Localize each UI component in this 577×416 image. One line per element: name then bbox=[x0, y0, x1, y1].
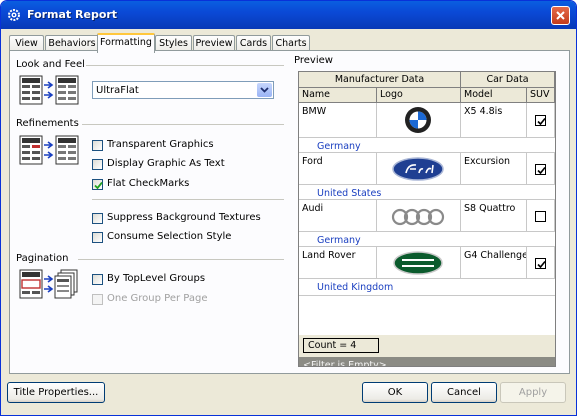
display-graphic-as-text-checkbox[interactable] bbox=[92, 159, 103, 170]
tab-charts[interactable]: Charts bbox=[272, 35, 310, 51]
title-bar[interactable]: Format Report bbox=[1, 1, 576, 29]
tab-behaviors[interactable]: Behaviors bbox=[45, 35, 99, 51]
group-country: Germany bbox=[317, 141, 361, 152]
column-header-logo[interactable]: Logo bbox=[377, 88, 461, 103]
by-toplevel-groups-label: By TopLevel Groups bbox=[107, 273, 206, 284]
cell-suv[interactable] bbox=[527, 152, 555, 185]
checkmark-icon bbox=[537, 117, 546, 126]
cell-suv[interactable] bbox=[527, 199, 555, 232]
tab-cards[interactable]: Cards bbox=[236, 35, 271, 51]
checkmark-icon bbox=[537, 166, 546, 175]
suv-checkbox[interactable] bbox=[535, 211, 546, 222]
consume-selection-style-checkbox[interactable] bbox=[92, 232, 103, 243]
land-rover-logo-icon bbox=[393, 251, 443, 275]
cell-name[interactable]: Land Rover bbox=[299, 246, 377, 279]
refinements-label: Refinements bbox=[16, 118, 79, 129]
style-combo-value: UltraFlat bbox=[96, 85, 139, 96]
suppress-background-textures-checkbox[interactable] bbox=[92, 213, 103, 224]
divider bbox=[78, 259, 284, 260]
combo-dropdown-button[interactable] bbox=[257, 83, 272, 97]
consume-selection-style-label: Consume Selection Style bbox=[107, 231, 232, 242]
style-combo[interactable]: UltraFlat bbox=[92, 81, 274, 99]
look-and-feel-icon bbox=[19, 75, 79, 105]
by-toplevel-groups-checkbox[interactable] bbox=[92, 274, 103, 285]
preview-grid[interactable]: Manufacturer Data Car Data Name Logo Mod… bbox=[298, 71, 556, 367]
tab-view[interactable]: View bbox=[9, 35, 44, 51]
column-header-model[interactable]: Model bbox=[461, 88, 527, 103]
cell-logo[interactable] bbox=[377, 199, 461, 232]
transparent-graphics-label: Transparent Graphics bbox=[107, 139, 214, 150]
divider bbox=[299, 295, 555, 296]
suv-checkbox[interactable] bbox=[535, 115, 546, 126]
cell-model[interactable]: X5 4.8is bbox=[461, 103, 527, 138]
suv-checkbox[interactable] bbox=[535, 258, 546, 269]
suv-checkbox[interactable] bbox=[535, 164, 546, 175]
title-properties-button[interactable]: Title Properties... bbox=[7, 382, 105, 403]
cell-logo[interactable] bbox=[377, 152, 461, 185]
format-report-dialog: Format Report View Behaviors Formatting … bbox=[0, 0, 577, 416]
one-group-per-page-checkbox[interactable] bbox=[92, 294, 103, 305]
apply-button[interactable]: Apply bbox=[500, 382, 566, 403]
cell-model[interactable]: G4 Challenge bbox=[461, 246, 527, 279]
count-summary: Count = 4 bbox=[303, 338, 379, 353]
cancel-button[interactable]: Cancel bbox=[431, 382, 497, 403]
look-and-feel-label: Look and Feel bbox=[16, 59, 85, 70]
band-header-manufacturer: Manufacturer Data bbox=[299, 72, 461, 88]
tab-styles[interactable]: Styles bbox=[155, 35, 192, 51]
audi-logo-icon bbox=[391, 208, 445, 226]
display-graphic-as-text-label: Display Graphic As Text bbox=[107, 158, 225, 169]
refinements-icon bbox=[19, 135, 79, 165]
ok-button[interactable]: OK bbox=[362, 382, 428, 403]
chevron-down-icon bbox=[260, 87, 269, 93]
preview-label: Preview bbox=[294, 55, 333, 66]
checkmark-icon bbox=[94, 181, 103, 190]
pagination-label: Pagination bbox=[16, 253, 69, 264]
cell-model[interactable]: S8 Quattro bbox=[461, 199, 527, 232]
suppress-background-textures-label: Suppress Background Textures bbox=[107, 212, 261, 223]
group-country: United States bbox=[317, 188, 382, 199]
tab-formatting[interactable]: Formatting bbox=[97, 33, 155, 53]
group-country: United Kingdom bbox=[317, 282, 394, 293]
window-title: Format Report bbox=[27, 8, 118, 21]
cell-suv[interactable] bbox=[527, 246, 555, 279]
cell-logo[interactable] bbox=[377, 246, 461, 279]
cell-name[interactable]: Ford bbox=[299, 152, 377, 185]
ford-logo-icon bbox=[392, 157, 444, 181]
pagination-icon bbox=[19, 269, 78, 299]
cell-name[interactable]: BMW bbox=[299, 103, 377, 138]
filter-status[interactable]: <Filter is Empty> bbox=[299, 357, 555, 366]
flat-checkmarks-label: Flat CheckMarks bbox=[107, 178, 190, 189]
flat-checkmarks-checkbox[interactable] bbox=[92, 179, 103, 190]
cell-logo[interactable] bbox=[377, 103, 461, 138]
group-country: Germany bbox=[317, 235, 361, 246]
band-header-car: Car Data bbox=[461, 72, 555, 88]
column-header-name[interactable]: Name bbox=[299, 88, 377, 103]
checkmark-icon bbox=[537, 260, 546, 269]
one-group-per-page-label: One Group Per Page bbox=[107, 293, 208, 304]
divider bbox=[86, 65, 284, 66]
cell-suv[interactable] bbox=[527, 103, 555, 138]
divider bbox=[82, 124, 284, 125]
cell-model[interactable]: Excursion bbox=[461, 152, 527, 185]
divider bbox=[92, 199, 284, 200]
close-button[interactable] bbox=[551, 6, 570, 25]
column-header-suv[interactable]: SUV bbox=[527, 88, 555, 103]
formatting-panel: Look and Feel UltraFlat Refinements Tran… bbox=[9, 50, 570, 374]
cell-name[interactable]: Audi bbox=[299, 199, 377, 232]
bmw-logo-icon bbox=[405, 107, 431, 133]
app-gear-icon bbox=[8, 9, 20, 21]
transparent-graphics-checkbox[interactable] bbox=[92, 140, 103, 151]
close-icon bbox=[556, 11, 565, 20]
tab-preview[interactable]: Preview bbox=[193, 35, 235, 51]
